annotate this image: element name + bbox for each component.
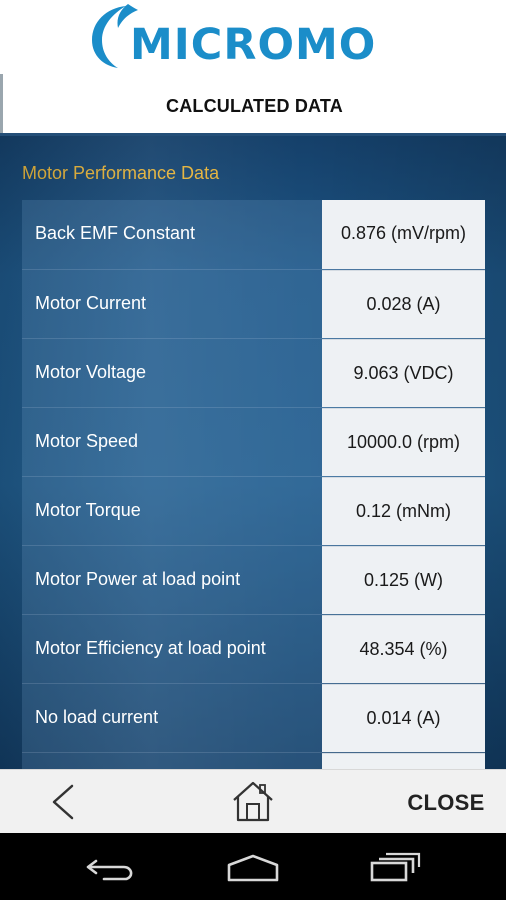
table-row: Motor Power at load point 0.125 (W) — [22, 545, 485, 614]
close-button[interactable]: CLOSE — [396, 788, 496, 818]
page-title: CALCULATED DATA — [166, 96, 343, 116]
row-label: Motor Efficiency at load point — [35, 638, 266, 658]
row-label-cell: Motor Torque — [22, 477, 322, 545]
table-row: Back EMF Constant 0.876 (mV/rpm) — [22, 200, 485, 269]
row-label-cell: Motor Power at load point — [22, 546, 322, 614]
row-value: 9.063 (VDC) — [353, 363, 454, 383]
nav-recent-apps-button[interactable] — [367, 851, 423, 883]
row-value: 0.125 (W) — [363, 570, 444, 590]
row-value-cell: 48.354 (%) — [322, 615, 485, 683]
performance-table: Back EMF Constant 0.876 (mV/rpm) Motor C… — [22, 200, 485, 769]
row-value: 0.876 (mV/rpm) — [340, 223, 467, 243]
row-value-cell: 0.014 (A) — [322, 684, 485, 752]
nav-home-icon — [227, 854, 279, 882]
row-label: Motor Voltage — [35, 362, 147, 382]
row-label-cell: Motor Current — [22, 270, 322, 338]
row-value: 0.12 (mNm) — [355, 501, 451, 521]
row-label: Back EMF Constant — [35, 223, 196, 243]
page-titlebar: CALCULATED DATA — [0, 74, 506, 135]
row-value-cell: 0.12 (mNm) — [322, 477, 485, 545]
table-row: Motor Torque 0.12 (mNm) — [22, 476, 485, 545]
table-row: Motor Efficiency at load point 48.354 (%… — [22, 614, 485, 683]
row-label-cell: Motor Efficiency at load point — [22, 615, 322, 683]
row-value-cell: 0.125 (W) — [322, 546, 485, 614]
logo-text: MICROMO — [130, 20, 377, 70]
house-icon — [233, 781, 273, 822]
row-label: No load current — [35, 707, 159, 727]
row-label-cell: Back EMF Constant — [22, 200, 322, 269]
bottom-action-bar: CLOSE — [0, 769, 506, 833]
chevron-left-icon — [52, 784, 74, 820]
row-label: Motor Torque — [35, 500, 141, 520]
back-button[interactable] — [40, 778, 88, 826]
table-row: No load current 0.014 (A) — [22, 683, 485, 752]
home-button[interactable] — [228, 776, 278, 826]
table-row: Motor Voltage 9.063 (VDC) — [22, 338, 485, 407]
row-value-cell: 9.063 (VDC) — [322, 339, 485, 407]
nav-recent-apps-icon — [370, 852, 421, 882]
row-value: 0.028 (A) — [366, 294, 441, 314]
row-value-cell: 0.028 (A) — [322, 270, 485, 338]
row-value-cell: 10000.0 (rpm) — [322, 408, 485, 476]
system-navigation-bar — [0, 833, 506, 900]
nav-home-button[interactable] — [225, 853, 281, 883]
section-title: Motor Performance Data — [22, 163, 220, 183]
table-row — [22, 752, 485, 769]
nav-back-icon — [86, 859, 133, 881]
row-label-cell: No load current — [22, 684, 322, 752]
row-label-cell: Motor Speed — [22, 408, 322, 476]
app-header: MICROMO — [0, 0, 506, 74]
micromo-logo: MICROMO — [88, 4, 428, 72]
content-area[interactable]: Motor Performance Data Back EMF Constant… — [0, 136, 506, 769]
table-row: Motor Current 0.028 (A) — [22, 269, 485, 338]
row-value: 48.354 (%) — [359, 639, 448, 659]
row-value: 0.014 (A) — [366, 708, 441, 728]
row-value: 10000.0 (rpm) — [346, 432, 461, 452]
row-label: Motor Current — [35, 293, 147, 313]
row-label-cell — [22, 753, 322, 769]
row-label: Motor Speed — [35, 431, 139, 451]
table-row: Motor Speed 10000.0 (rpm) — [22, 407, 485, 476]
row-value-cell: 0.876 (mV/rpm) — [322, 200, 485, 269]
nav-back-button[interactable] — [84, 853, 140, 883]
row-value-cell — [322, 753, 485, 769]
row-label-cell: Motor Voltage — [22, 339, 322, 407]
row-label: Motor Power at load point — [35, 569, 241, 589]
